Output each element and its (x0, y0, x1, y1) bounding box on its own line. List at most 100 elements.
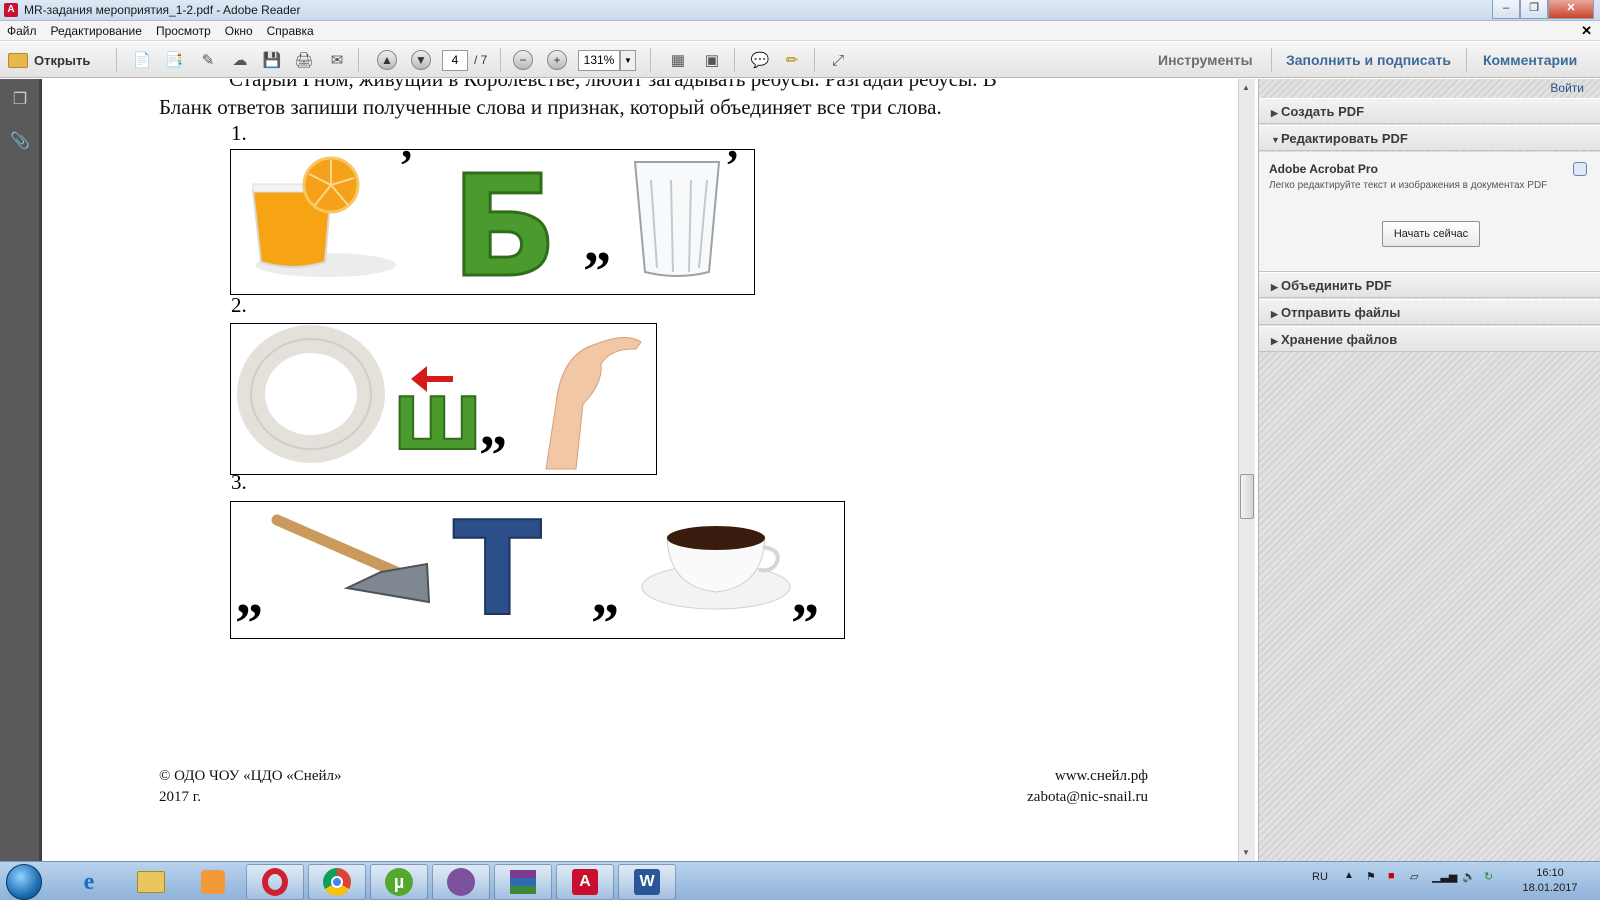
footer-year: 2017 г. (159, 789, 201, 805)
comma-mark: ’ (725, 150, 740, 190)
section-file-storage[interactable]: ▶ Хранение файлов (1259, 326, 1600, 352)
tools-tab[interactable]: Инструменты (1158, 52, 1253, 68)
create-pdf-icon[interactable]: 📄 (130, 49, 154, 71)
comment-icon[interactable]: 💬 (748, 49, 772, 71)
section-edit-pdf[interactable]: ▼Редактировать PDF (1259, 125, 1600, 151)
combine-pdf-icon[interactable]: 📑 (162, 49, 186, 71)
toolbar-separator (814, 48, 815, 72)
hand-pinch-image (545, 337, 642, 470)
clock-date: 18.01.2017 (1522, 882, 1578, 894)
axe-image (271, 514, 431, 604)
menu-bar: Файл Редактирование Просмотр Окно Справк… (0, 21, 1600, 41)
plasticine-ring-image (237, 325, 385, 463)
minimize-button[interactable]: – (1492, 0, 1520, 19)
info-icon[interactable] (1573, 162, 1587, 176)
start-button[interactable] (6, 864, 42, 900)
toolbar-separator (1271, 48, 1272, 72)
menu-help[interactable]: Справка (260, 24, 321, 38)
action-center-flag-icon[interactable]: ⚑ (1366, 870, 1376, 883)
sync-icon[interactable]: ↻ (1484, 870, 1493, 883)
chrome-icon[interactable] (308, 864, 366, 900)
system-clock[interactable]: 16:10 18.01.2017 (1510, 866, 1590, 896)
show-hidden-icons-chevron-icon[interactable]: ▲ (1344, 870, 1354, 881)
triangle-down-icon: ▼ (1271, 135, 1280, 145)
utorrent-icon[interactable]: µ (370, 864, 428, 900)
coffee-cup-image (641, 526, 791, 610)
zoom-out-button[interactable]: − (512, 49, 534, 71)
scroll-down-arrow-icon[interactable]: ▼ (1242, 848, 1250, 857)
fullscreen-icon[interactable]: ⤢ (826, 49, 850, 71)
previous-page-button[interactable]: ▲ (376, 49, 398, 71)
tools-right-panel: Войти ▶ Создать PDF ▼Редактировать PDF Ad… (1258, 79, 1600, 861)
close-window-button[interactable]: ✕ (1548, 0, 1594, 19)
zoom-dropdown-chevron-icon[interactable]: ▼ (620, 50, 636, 71)
tray-app-icon[interactable]: ■ (1388, 870, 1395, 882)
page-number-input[interactable]: 4 (442, 50, 468, 71)
explorer-icon[interactable] (122, 864, 180, 900)
sign-in-link[interactable]: Войти (1550, 81, 1584, 95)
green-letter-sha: Ш (393, 382, 482, 466)
media-player-icon[interactable] (184, 864, 242, 900)
opera-icon[interactable] (246, 864, 304, 900)
section-label: Хранение файлов (1281, 332, 1398, 347)
main-toolbar: Открыть 📄 📑 ✎ ☁ 💾 🖨 ✉ ▲ ▼ 4 / 7 − + 131%… (0, 42, 1600, 78)
menu-edit[interactable]: Редактирование (44, 24, 149, 38)
usb-device-icon[interactable]: ▱ (1410, 870, 1418, 883)
start-now-button[interactable]: Начать сейчас (1382, 221, 1480, 247)
zoom-in-button[interactable]: + (546, 49, 568, 71)
fit-page-icon[interactable]: ▦ (666, 49, 690, 71)
email-icon[interactable]: ✉ (324, 49, 350, 71)
viber-icon[interactable] (432, 864, 490, 900)
window-titlebar: A MR-задания мероприятия_1-2.pdf - Adobe… (0, 0, 1600, 21)
network-signal-icon[interactable]: ▁▃▅ (1432, 870, 1457, 883)
green-letter-b: Б (451, 150, 558, 294)
scrollbar-thumb[interactable] (1240, 474, 1254, 519)
rebus-1-illustration: ’ Б ” ’ (251, 141, 740, 311)
section-combine-pdf[interactable]: ▶ Объединить PDF (1259, 272, 1600, 298)
adobe-reader-icon[interactable]: A (556, 864, 614, 900)
vertical-scrollbar[interactable]: ▲ ▼ (1238, 79, 1255, 861)
menu-window[interactable]: Окно (218, 24, 260, 38)
page-thumbnails-icon[interactable]: ❐ (10, 89, 30, 111)
fill-sign-tab[interactable]: Заполнить и подписать (1286, 52, 1451, 68)
menu-file[interactable]: Файл (0, 24, 44, 38)
print-icon[interactable]: 🖨 (292, 49, 316, 71)
next-page-button[interactable]: ▼ (410, 49, 432, 71)
upload-cloud-icon[interactable]: ☁ (228, 49, 252, 71)
attachments-paperclip-icon[interactable]: 📎 (10, 131, 30, 153)
document-view: Старый Гном, живущий в Королевстве, люби… (45, 79, 1238, 861)
toolbar-separator (116, 48, 117, 72)
zoom-level-input[interactable]: 131% (578, 50, 620, 71)
highlight-icon[interactable]: ✏ (780, 49, 804, 71)
word-icon[interactable]: W (618, 864, 676, 900)
toolbar-separator (500, 48, 501, 72)
product-description: Легко редактируйте текст и изображения в… (1269, 180, 1548, 191)
arrow-up-icon: ▲ (377, 50, 397, 70)
folder-icon (8, 52, 28, 68)
save-icon[interactable]: 💾 (260, 49, 284, 71)
maximize-button[interactable]: ❐ (1520, 0, 1548, 19)
section-label: Редактировать PDF (1281, 131, 1408, 146)
close-document-icon[interactable]: ✕ (1581, 23, 1592, 39)
fit-width-icon[interactable]: ▣ (700, 49, 724, 71)
open-button[interactable]: Открыть (8, 49, 100, 71)
ie-icon[interactable]: e (60, 864, 118, 900)
rebus-3: ” Т ” ” (230, 492, 845, 655)
volume-speaker-icon[interactable]: 🔈 (1462, 870, 1476, 883)
section-create-pdf[interactable]: ▶ Создать PDF (1259, 98, 1600, 124)
orange-juice-image (251, 156, 396, 277)
scroll-up-arrow-icon[interactable]: ▲ (1242, 83, 1250, 92)
rebus-number-1: 1. (231, 121, 247, 145)
triangle-right-icon: ▶ (1271, 282, 1278, 292)
open-label: Открыть (34, 52, 91, 68)
language-indicator[interactable]: RU (1312, 871, 1328, 883)
section-label: Создать PDF (1281, 104, 1365, 119)
adobe-reader-app-icon: A (4, 3, 18, 17)
section-send-files[interactable]: ▶ Отправить файлы (1259, 299, 1600, 325)
menu-view[interactable]: Просмотр (149, 24, 218, 38)
winrar-icon[interactable] (494, 864, 552, 900)
arrow-down-icon: ▼ (411, 50, 431, 70)
toolbar-separator (650, 48, 651, 72)
comments-tab[interactable]: Комментарии (1483, 52, 1577, 68)
edit-pdf-icon[interactable]: ✎ (196, 49, 220, 71)
